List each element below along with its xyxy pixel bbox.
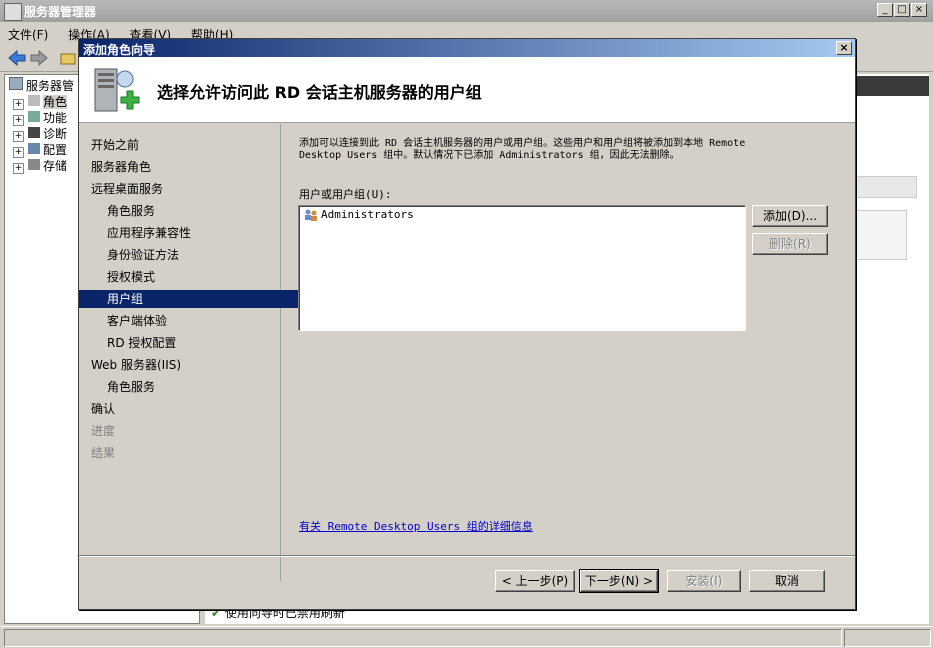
expand-icon[interactable]: + [13, 163, 24, 174]
nav-item-user-groups[interactable]: 用户组 [79, 290, 309, 308]
dialog-header: 选择允许访问此 RD 会话主机服务器的用户组 [79, 57, 855, 123]
nav-item-progress: 进度 [91, 424, 116, 438]
list-item-label: Administrators [321, 208, 414, 221]
nav-item-app-compatibility[interactable]: 应用程序兼容性 [79, 224, 309, 242]
tree-item-storage[interactable]: + 存储 [13, 157, 68, 174]
nav-item-web-role-services[interactable]: 角色服务 [79, 378, 309, 396]
server-manager-icon [4, 3, 22, 21]
tree-item-config[interactable]: + 配置 [13, 141, 68, 158]
pane-section [855, 176, 917, 198]
nav-item-server-roles[interactable]: 服务器角色 [79, 158, 293, 176]
wizard-nav: 开始之前 服务器角色 远程桌面服务 角色服务 应用程序兼容性 身份验证方法 授权… [79, 124, 309, 581]
description: 添加可以连接到此 RD 会话主机服务器的用户或用户组。这些用户和用户组将被添加到… [299, 138, 839, 162]
close-icon[interactable]: × [911, 3, 927, 17]
up-folder-icon[interactable] [60, 50, 76, 66]
nav-item-before-you-begin[interactable]: 开始之前 [79, 136, 293, 154]
add-button[interactable]: 添加(D)... [752, 205, 828, 227]
list-label: 用户或用户组(U): [299, 188, 392, 201]
tree-label: 配置 [43, 143, 68, 157]
nav-item-results: 结果 [91, 446, 116, 460]
tree-item-diagnostics[interactable]: + 诊断 [13, 125, 68, 142]
server-add-icon [94, 68, 140, 112]
wizard-content: 添加可以连接到此 RD 会话主机服务器的用户或用户组。这些用户和用户组将被添加到… [283, 124, 855, 556]
back-arrow-icon[interactable] [8, 50, 26, 66]
nav-item-client-experience[interactable]: 客户端体验 [79, 312, 309, 330]
maximize-button[interactable]: □ [894, 3, 910, 17]
config-icon [28, 143, 40, 154]
storage-icon [28, 159, 40, 170]
dialog-close-icon[interactable]: × [836, 41, 852, 55]
status-panel-1 [4, 629, 842, 647]
list-item[interactable]: Administrators [303, 208, 414, 222]
forward-arrow-icon[interactable] [30, 50, 48, 66]
remove-button[interactable]: 删除(R) [752, 233, 828, 255]
nav-item-confirmation[interactable]: 确认 [79, 400, 293, 418]
install-button[interactable]: 安装(I) [667, 570, 741, 592]
diagnostics-icon [28, 127, 40, 138]
nav-item-licensing-mode[interactable]: 授权模式 [79, 268, 309, 286]
tree-label: 存储 [43, 159, 68, 173]
back-button[interactable]: < 上一步(P) [495, 570, 575, 592]
tree-label: 功能 [43, 111, 68, 125]
description-line-2: Desktop Users 组中。默认情况下已添加 Administrators… [299, 150, 680, 161]
pane-box [855, 210, 907, 260]
tree-label: 诊断 [43, 127, 68, 141]
wizard-heading: 选择允许访问此 RD 会话主机服务器的用户组 [157, 83, 482, 102]
add-roles-wizard-dialog: 添加角色向导 × 选择允许访问此 RD 会话主机服务器的用户组 开始之前 服务器… [78, 38, 856, 610]
tree-label: 服务器管 [26, 79, 75, 93]
minimize-button[interactable]: _ [877, 3, 893, 17]
tree-label: 角色 [43, 95, 68, 109]
description-line-1: 添加可以连接到此 RD 会话主机服务器的用户或用户组。这些用户和用户组将被添加到… [299, 138, 746, 149]
footer-separator [79, 555, 855, 557]
cancel-button[interactable]: 取消 [749, 570, 825, 592]
users-groups-listbox[interactable]: Administrators [298, 205, 746, 331]
user-group-icon [305, 209, 317, 221]
nav-item-role-services[interactable]: 角色服务 [79, 202, 309, 220]
main-title-bar: 服务器管理器 [0, 0, 933, 22]
tree-item-root[interactable]: 服务器管 [9, 77, 74, 93]
nav-item-rd-licensing[interactable]: RD 授权配置 [79, 334, 309, 352]
roles-icon [28, 95, 40, 106]
computer-icon [9, 77, 23, 90]
info-link[interactable]: 有关 Remote Desktop Users 组的详细信息 [299, 518, 533, 534]
dialog-title: 添加角色向导 [83, 43, 156, 57]
pane-header-bar [855, 76, 929, 96]
tree-item-roles[interactable]: + 角色 [13, 93, 68, 110]
nav-item-authentication[interactable]: 身份验证方法 [79, 246, 309, 264]
next-button[interactable]: 下一步(N) > [579, 569, 659, 593]
main-window-title: 服务器管理器 [24, 5, 97, 19]
nav-item-web-server[interactable]: Web 服务器(IIS) [79, 356, 293, 374]
tree-item-features[interactable]: + 功能 [13, 109, 68, 126]
nav-item-remote-desktop-services[interactable]: 远程桌面服务 [79, 180, 293, 198]
status-bar [0, 626, 933, 648]
status-panel-2 [844, 629, 931, 647]
features-icon [28, 111, 40, 122]
dialog-title-bar[interactable]: 添加角色向导 [79, 39, 855, 57]
